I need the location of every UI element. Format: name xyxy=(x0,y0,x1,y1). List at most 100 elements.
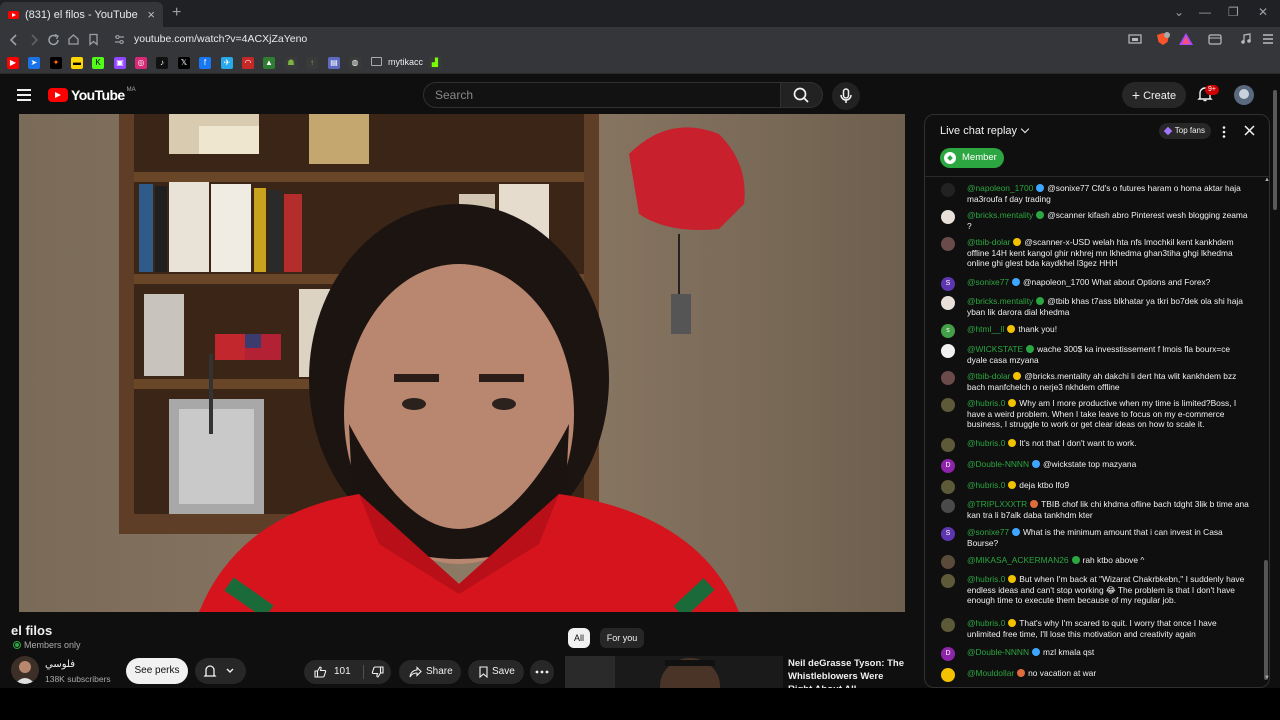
bookmark-x-icon[interactable]: 𝕏 xyxy=(178,57,190,69)
reload-icon[interactable] xyxy=(47,33,60,47)
account-avatar[interactable] xyxy=(1234,85,1254,105)
bookmark-icon[interactable] xyxy=(88,33,99,46)
bookmark-game-icon[interactable]: ▲ xyxy=(263,57,275,69)
chat-author-name[interactable]: @sonixe77 xyxy=(967,527,1009,537)
bookmark-tiktok-icon[interactable]: ♪ xyxy=(156,57,168,69)
brave-rewards-icon[interactable] xyxy=(1178,32,1194,46)
share-button[interactable]: Share xyxy=(399,660,461,684)
address-bar[interactable]: youtube.com/watch?v=4ACXjZaYeno xyxy=(134,33,307,45)
bookmark-youtube-icon[interactable]: ▶ xyxy=(7,57,19,69)
chat-author-name[interactable]: @sonixe77 xyxy=(967,277,1009,287)
bookmark-android-icon[interactable]: ☗ xyxy=(285,57,297,69)
brave-shield-icon[interactable] xyxy=(1155,32,1171,46)
chat-author-avatar[interactable] xyxy=(941,210,955,224)
close-chat-icon[interactable] xyxy=(1243,124,1256,137)
like-icon[interactable] xyxy=(314,666,327,678)
scroll-up-arrow-icon[interactable]: ▲ xyxy=(1264,177,1269,183)
chat-author-avatar[interactable] xyxy=(941,371,955,385)
dislike-icon[interactable] xyxy=(371,666,384,678)
bookmark-arrow-icon[interactable]: ↑ xyxy=(306,57,318,69)
chat-author-name[interactable]: @tbib-dolar xyxy=(967,237,1010,247)
new-tab-button[interactable]: + xyxy=(172,4,181,22)
browser-tab-youtube[interactable]: (831) el filos - YouTube × xyxy=(0,2,163,27)
chat-mode-dropdown[interactable]: Live chat replay xyxy=(940,124,1030,137)
chat-author-name[interactable]: @bricks.mentality xyxy=(967,210,1033,220)
chat-author-avatar[interactable] xyxy=(941,438,955,452)
bookmark-twitch-icon[interactable]: ▣ xyxy=(114,57,126,69)
chat-author-avatar[interactable] xyxy=(941,344,955,358)
chat-author-name[interactable]: @TRIPLXXXTR xyxy=(967,499,1027,509)
chat-author-avatar[interactable]: D xyxy=(941,647,955,661)
chat-author-avatar[interactable]: D xyxy=(941,459,955,473)
chat-author-name[interactable]: @bricks.mentality xyxy=(967,296,1033,306)
save-button[interactable]: Save xyxy=(468,660,524,684)
chat-author-avatar[interactable] xyxy=(941,574,955,588)
youtube-logo[interactable]: YouTube MA xyxy=(48,87,136,103)
minimize-button[interactable]: — xyxy=(1199,5,1211,19)
chat-author-avatar[interactable]: s xyxy=(941,324,955,338)
video-player[interactable] xyxy=(19,114,905,612)
chat-author-name[interactable]: @Double-NNNN xyxy=(967,647,1029,657)
chat-author-name[interactable]: @Mouldollar xyxy=(967,668,1014,678)
bookmark-instagram-icon[interactable]: ◎ xyxy=(135,57,147,69)
cast-icon[interactable] xyxy=(1127,32,1143,46)
create-button[interactable]: + Create xyxy=(1122,82,1186,108)
chat-author-avatar[interactable]: S xyxy=(941,277,955,291)
member-filter-chip[interactable]: Member xyxy=(940,148,1004,168)
bookmark-chat-icon[interactable]: ▤ xyxy=(328,57,340,69)
chat-author-name[interactable]: @hubris.0 xyxy=(967,398,1005,408)
like-count[interactable]: 101 xyxy=(334,660,351,684)
chat-author-name[interactable]: @hubris.0 xyxy=(967,574,1005,584)
bookmark-pointer-icon[interactable]: ➤ xyxy=(28,57,40,69)
site-info-icon[interactable] xyxy=(114,34,125,45)
chat-author-avatar[interactable] xyxy=(941,480,955,494)
top-fans-button[interactable]: Top fans xyxy=(1159,123,1211,139)
chat-author-name[interactable]: @tbib-dolar xyxy=(967,371,1010,381)
chat-author-name[interactable]: @Double-NNNN xyxy=(967,459,1029,469)
recommended-video-title[interactable]: Neil deGrasse Tyson: The Whistleblowers … xyxy=(788,657,908,688)
chat-author-name[interactable]: @MIKASA_ACKERMAN26 xyxy=(967,555,1069,565)
bookmark-folder-mytikacc[interactable]: mytikacc xyxy=(371,57,423,67)
chat-author-avatar[interactable] xyxy=(941,555,955,569)
bookmark-ticket-icon[interactable]: ▬ xyxy=(71,57,83,69)
maximize-button[interactable]: ❐ xyxy=(1228,5,1239,19)
home-icon[interactable] xyxy=(67,33,80,46)
chat-author-avatar[interactable]: S xyxy=(941,527,955,541)
bookmark-signal-icon[interactable]: ▟ xyxy=(429,57,441,69)
chat-author-avatar[interactable] xyxy=(941,618,955,632)
chat-more-icon[interactable] xyxy=(1220,125,1228,139)
bookmark-telegram-icon[interactable]: ✈ xyxy=(221,57,233,69)
chat-author-name[interactable]: @hubris.0 xyxy=(967,480,1005,490)
chat-author-avatar[interactable] xyxy=(941,398,955,412)
search-input[interactable] xyxy=(423,82,781,108)
chat-author-avatar[interactable] xyxy=(941,183,955,197)
chat-author-avatar[interactable] xyxy=(941,296,955,310)
filter-chip-for-you[interactable]: For you xyxy=(600,628,644,648)
bookmark-facebook-icon[interactable]: f xyxy=(199,57,211,69)
more-actions-button[interactable] xyxy=(530,660,554,684)
back-icon[interactable] xyxy=(8,33,20,47)
chat-author-name[interactable]: @html__ll xyxy=(967,324,1004,334)
chat-message-list[interactable]: @napoleon_1700 @sonixe77 Cfd's o futures … xyxy=(925,178,1261,687)
channel-name[interactable]: فلوسي xyxy=(45,659,75,670)
bookmark-podcast-icon[interactable]: ◠ xyxy=(242,57,254,69)
browser-menu-icon[interactable] xyxy=(1260,32,1276,46)
recommended-video-thumbnail[interactable] xyxy=(565,656,783,688)
menu-icon[interactable] xyxy=(17,89,31,104)
see-perks-button[interactable]: See perks xyxy=(126,658,188,684)
chat-scrollbar-thumb[interactable] xyxy=(1264,560,1268,680)
wallet-icon[interactable] xyxy=(1207,32,1223,46)
search-button[interactable] xyxy=(781,82,823,108)
chat-author-avatar[interactable] xyxy=(941,668,955,682)
filter-chip-all[interactable]: All xyxy=(568,628,590,648)
chat-scrollbar[interactable] xyxy=(1263,178,1269,684)
chat-author-avatar[interactable] xyxy=(941,237,955,251)
chat-author-name[interactable]: @hubris.0 xyxy=(967,438,1005,448)
bookmark-kick-icon[interactable]: K xyxy=(92,57,104,69)
chat-author-avatar[interactable] xyxy=(941,499,955,513)
channel-avatar[interactable] xyxy=(11,656,39,684)
chat-author-name[interactable]: @napoleon_1700 xyxy=(967,183,1033,193)
forward-icon[interactable] xyxy=(28,33,40,47)
voice-search-button[interactable] xyxy=(832,82,860,110)
tab-search-icon[interactable]: ⌄ xyxy=(1174,5,1184,19)
